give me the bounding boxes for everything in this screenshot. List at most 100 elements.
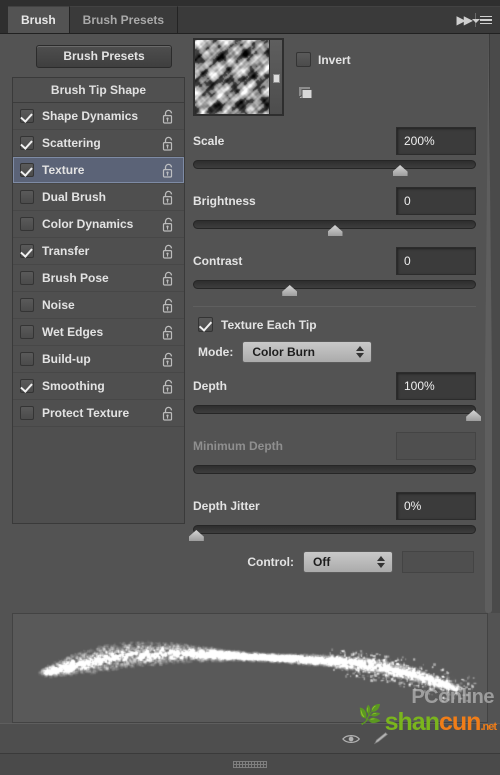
sidebar-item-brush-tip-shape[interactable]: Brush Tip Shape (13, 78, 184, 103)
tabbar-icons: ▶▶ (453, 6, 500, 33)
lock-icon[interactable] (162, 325, 175, 340)
option-checkbox[interactable] (20, 163, 34, 177)
lock-icon[interactable] (162, 244, 175, 259)
brush-options-list: Brush Tip Shape Shape Dynamics Scattering… (12, 77, 185, 524)
texture-picker-scrollbar[interactable] (269, 40, 282, 114)
preview-toolbar: PConline shancun.net 🌿 (0, 723, 500, 753)
texture-each-tip-row[interactable]: Texture Each Tip (198, 317, 476, 332)
lock-icon[interactable] (162, 379, 175, 394)
option-checkbox[interactable] (20, 379, 34, 393)
toggle-brush-preview-icon[interactable] (342, 732, 362, 746)
sidebar-item-label: Color Dynamics (42, 217, 162, 231)
depth-jitter-field[interactable]: 0% (396, 492, 476, 520)
lock-icon[interactable] (162, 190, 175, 205)
sidebar-item-shape-dynamics[interactable]: Shape Dynamics (13, 103, 184, 130)
sidebar-item-label: Scattering (42, 136, 162, 150)
option-checkbox[interactable] (20, 217, 34, 231)
control-row: Control: Off (193, 551, 476, 573)
invert-checkbox[interactable] (296, 52, 311, 67)
option-checkbox[interactable] (20, 271, 34, 285)
panel-tabbar: Brush Brush Presets ▶▶ (0, 0, 500, 34)
sidebar-item-label: Transfer (42, 244, 162, 258)
texture-preset-row: Invert (185, 34, 500, 126)
sidebar-item-dual-brush[interactable]: Dual Brush (13, 184, 184, 211)
lock-icon[interactable] (162, 109, 175, 124)
scale-slider[interactable] (193, 158, 476, 176)
sidebar-item-label: Texture (42, 163, 162, 177)
panel-body: Brush Presets Brush Tip Shape Shape Dyna… (0, 34, 500, 613)
brush-panel: Brush Brush Presets ▶▶ Brush Presets Bru… (0, 0, 500, 775)
depth-jitter-slider[interactable] (193, 523, 476, 541)
lock-icon[interactable] (162, 136, 175, 151)
create-new-brush-icon[interactable] (372, 732, 392, 746)
lock-icon[interactable] (162, 217, 175, 232)
brush-presets-button[interactable]: Brush Presets (36, 45, 172, 68)
option-checkbox[interactable] (20, 298, 34, 312)
option-checkbox[interactable] (20, 352, 34, 366)
texture-preset-swatch[interactable] (195, 40, 269, 114)
control-dropdown[interactable]: Off (303, 551, 393, 573)
invert-checkbox-row[interactable]: Invert (296, 52, 351, 67)
sidebar-item-brush-pose[interactable]: Brush Pose (13, 265, 184, 292)
sidebar-item-protect-texture[interactable]: Protect Texture (13, 400, 184, 427)
contrast-slider-track (193, 280, 476, 289)
depth-slider[interactable] (193, 403, 476, 421)
sidebar-item-texture[interactable]: Texture (13, 157, 184, 184)
sidebar-item-label: Smoothing (42, 379, 162, 393)
depth-field[interactable]: 100% (396, 372, 476, 400)
texture-swatch-picker[interactable] (193, 38, 284, 116)
mode-value: Color Burn (252, 345, 315, 359)
options-list-empty-space (13, 427, 184, 523)
control-blank-field (402, 551, 474, 573)
panel-scrollbar[interactable] (489, 34, 500, 613)
option-checkbox[interactable] (20, 406, 34, 420)
sidebar-item-build-up[interactable]: Build-up (13, 346, 184, 373)
invert-group: Invert (296, 38, 351, 106)
depth-jitter-row: Depth Jitter 0% (193, 491, 476, 521)
sidebar-item-transfer[interactable]: Transfer (13, 238, 184, 265)
brush-stroke-preview (12, 613, 488, 723)
new-texture-preset-icon[interactable] (296, 85, 313, 101)
tab-brush[interactable]: Brush (8, 6, 70, 33)
sidebar-item-label: Protect Texture (42, 406, 162, 420)
brightness-field[interactable]: 0 (396, 187, 476, 215)
brightness-slider[interactable] (193, 218, 476, 236)
depth-slider-track (193, 405, 476, 414)
lock-icon[interactable] (162, 163, 175, 178)
invert-label: Invert (318, 53, 351, 67)
mode-dropdown[interactable]: Color Burn (242, 341, 372, 363)
scale-field[interactable]: 200% (396, 127, 476, 155)
texture-each-tip-label: Texture Each Tip (221, 318, 317, 332)
option-checkbox[interactable] (20, 244, 34, 258)
section-divider (193, 306, 476, 307)
option-checkbox[interactable] (20, 190, 34, 204)
contrast-slider[interactable] (193, 278, 476, 296)
watermark-shancun-net: .net (480, 721, 496, 733)
contrast-row: Contrast 0 (193, 246, 476, 276)
contrast-field[interactable]: 0 (396, 247, 476, 275)
lock-icon[interactable] (162, 271, 175, 286)
sidebar-item-wet-edges[interactable]: Wet Edges (13, 319, 184, 346)
lock-icon[interactable] (162, 406, 175, 421)
tab-brush-presets[interactable]: Brush Presets (70, 6, 178, 33)
mode-stepper-arrows (356, 346, 364, 358)
texture-options: Invert Scale 200% Brightness 0 Contrast … (185, 34, 500, 613)
lock-icon[interactable] (162, 298, 175, 313)
option-checkbox[interactable] (20, 109, 34, 123)
sidebar-item-scattering[interactable]: Scattering (13, 130, 184, 157)
panel-menu-icon[interactable] (480, 16, 492, 25)
depth-jitter-slider-track (193, 525, 476, 534)
sidebar-item-color-dynamics[interactable]: Color Dynamics (13, 211, 184, 238)
resize-grip[interactable] (233, 761, 267, 768)
texture-each-tip-checkbox[interactable] (198, 317, 213, 332)
lock-icon[interactable] (162, 352, 175, 367)
sidebar-item-label: Build-up (42, 352, 162, 366)
option-checkbox[interactable] (20, 136, 34, 150)
sidebar-item-label: Shape Dynamics (42, 109, 162, 123)
collapse-chevron-icon[interactable]: ▶▶ (457, 13, 471, 27)
option-checkbox[interactable] (20, 325, 34, 339)
sidebar-item-smoothing[interactable]: Smoothing (13, 373, 184, 400)
depth-label: Depth (193, 379, 227, 393)
minimum-depth-row: Minimum Depth (193, 431, 476, 461)
sidebar-item-noise[interactable]: Noise (13, 292, 184, 319)
